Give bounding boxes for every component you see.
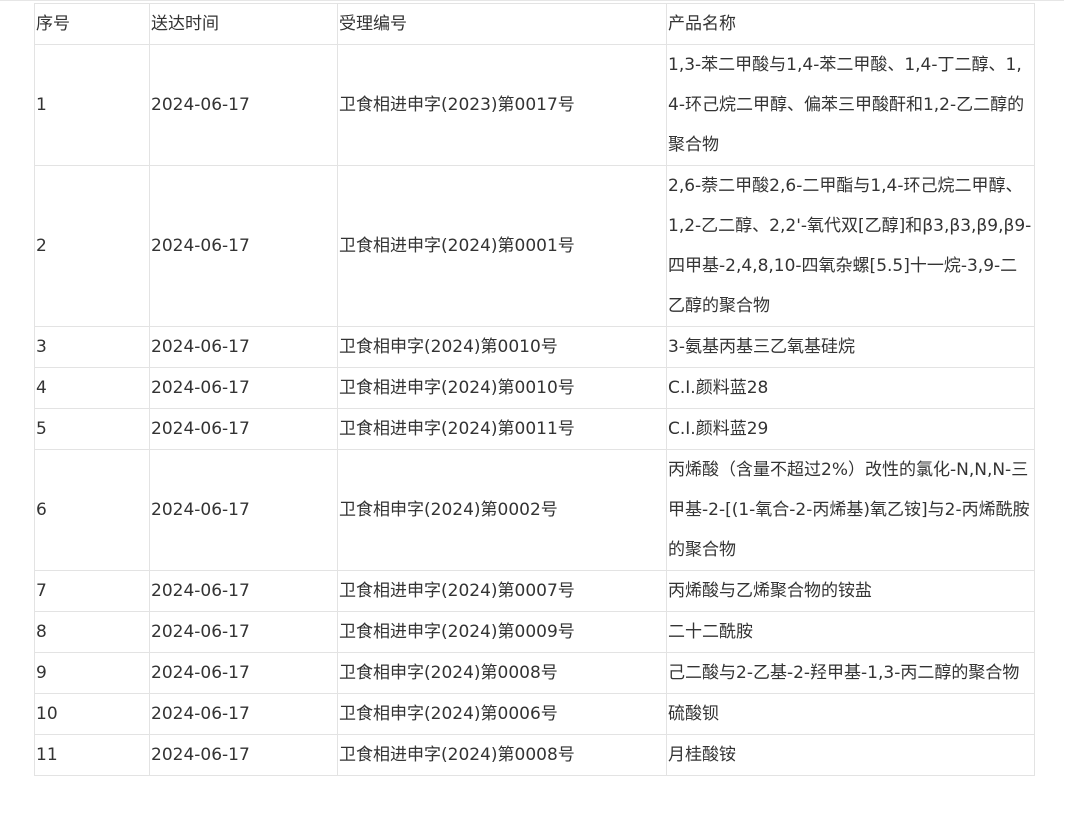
cell-serial: 2 <box>34 165 150 327</box>
cell-delivery-time: 2024-06-17 <box>149 570 338 612</box>
cell-acceptance-number: 卫食相进申字(2024)第0009号 <box>337 611 667 653</box>
table-header: 序号 送达时间 受理编号 产品名称 <box>34 3 1035 45</box>
cell-product-name: 3-氨基丙基三乙氧基硅烷 <box>666 326 1035 368</box>
cell-delivery-time: 2024-06-17 <box>149 367 338 409</box>
header-acceptance-number: 受理编号 <box>337 3 667 45</box>
cell-delivery-time: 2024-06-17 <box>149 734 338 776</box>
cell-acceptance-number: 卫食相进申字(2024)第0011号 <box>337 408 667 450</box>
cell-delivery-time: 2024-06-17 <box>149 693 338 735</box>
cell-acceptance-number: 卫食相进申字(2024)第0001号 <box>337 165 667 327</box>
table-row: 2 2024-06-17 卫食相进申字(2024)第0001号 2,6-萘二甲酸… <box>34 165 1035 327</box>
cell-acceptance-number: 卫食相申字(2024)第0006号 <box>337 693 667 735</box>
cell-delivery-time: 2024-06-17 <box>149 652 338 694</box>
table-row: 6 2024-06-17 卫食相申字(2024)第0002号 丙烯酸（含量不超过… <box>34 449 1035 571</box>
table-row: 5 2024-06-17 卫食相进申字(2024)第0011号 C.I.颜料蓝2… <box>34 408 1035 450</box>
table-row: 4 2024-06-17 卫食相进申字(2024)第0010号 C.I.颜料蓝2… <box>34 367 1035 409</box>
cell-acceptance-number: 卫食相进申字(2024)第0010号 <box>337 367 667 409</box>
cell-product-name: C.I.颜料蓝28 <box>666 367 1035 409</box>
cell-serial: 8 <box>34 611 150 653</box>
cell-acceptance-number: 卫食相进申字(2024)第0007号 <box>337 570 667 612</box>
top-divider <box>0 0 1064 1</box>
cell-product-name: 1,3-苯二甲酸与1,4-苯二甲酸、1,4-丁二醇、1,4-环己烷二甲醇、偏苯三… <box>666 44 1035 166</box>
cell-serial: 1 <box>34 44 150 166</box>
cell-delivery-time: 2024-06-17 <box>149 611 338 653</box>
cell-serial: 5 <box>34 408 150 450</box>
table-row: 10 2024-06-17 卫食相申字(2024)第0006号 硫酸钡 <box>34 693 1035 735</box>
document-page: 序号 送达时间 受理编号 产品名称 1 2024-06-17 卫食相进申字(20… <box>0 0 1081 821</box>
cell-delivery-time: 2024-06-17 <box>149 408 338 450</box>
cell-acceptance-number: 卫食相进申字(2024)第0008号 <box>337 734 667 776</box>
cell-product-name: 丙烯酸与乙烯聚合物的铵盐 <box>666 570 1035 612</box>
cell-serial: 4 <box>34 367 150 409</box>
header-row: 序号 送达时间 受理编号 产品名称 <box>34 3 1035 45</box>
cell-serial: 11 <box>34 734 150 776</box>
header-delivery-time: 送达时间 <box>149 3 338 45</box>
cell-product-name: 2,6-萘二甲酸2,6-二甲酯与1,4-环己烷二甲醇、1,2-乙二醇、2,2'-… <box>666 165 1035 327</box>
cell-serial: 6 <box>34 449 150 571</box>
cell-delivery-time: 2024-06-17 <box>149 44 338 166</box>
table-body: 1 2024-06-17 卫食相进申字(2023)第0017号 1,3-苯二甲酸… <box>34 44 1035 776</box>
cell-delivery-time: 2024-06-17 <box>149 449 338 571</box>
cell-acceptance-number: 卫食相申字(2024)第0008号 <box>337 652 667 694</box>
acceptance-table: 序号 送达时间 受理编号 产品名称 1 2024-06-17 卫食相进申字(20… <box>34 3 1035 776</box>
header-serial: 序号 <box>34 3 150 45</box>
cell-serial: 7 <box>34 570 150 612</box>
cell-acceptance-number: 卫食相申字(2024)第0002号 <box>337 449 667 571</box>
header-product-name: 产品名称 <box>666 3 1035 45</box>
cell-delivery-time: 2024-06-17 <box>149 326 338 368</box>
table-row: 3 2024-06-17 卫食相申字(2024)第0010号 3-氨基丙基三乙氧… <box>34 326 1035 368</box>
cell-product-name: 己二酸与2-乙基-2-羟甲基-1,3-丙二醇的聚合物 <box>666 652 1035 694</box>
cell-product-name: 月桂酸铵 <box>666 734 1035 776</box>
cell-serial: 3 <box>34 326 150 368</box>
cell-serial: 10 <box>34 693 150 735</box>
cell-acceptance-number: 卫食相进申字(2023)第0017号 <box>337 44 667 166</box>
cell-product-name: 二十二酰胺 <box>666 611 1035 653</box>
table-row: 8 2024-06-17 卫食相进申字(2024)第0009号 二十二酰胺 <box>34 611 1035 653</box>
cell-delivery-time: 2024-06-17 <box>149 165 338 327</box>
table-row: 7 2024-06-17 卫食相进申字(2024)第0007号 丙烯酸与乙烯聚合… <box>34 570 1035 612</box>
cell-product-name: C.I.颜料蓝29 <box>666 408 1035 450</box>
cell-serial: 9 <box>34 652 150 694</box>
cell-acceptance-number: 卫食相申字(2024)第0010号 <box>337 326 667 368</box>
cell-product-name: 硫酸钡 <box>666 693 1035 735</box>
table-row: 1 2024-06-17 卫食相进申字(2023)第0017号 1,3-苯二甲酸… <box>34 44 1035 166</box>
table-row: 11 2024-06-17 卫食相进申字(2024)第0008号 月桂酸铵 <box>34 734 1035 776</box>
cell-product-name: 丙烯酸（含量不超过2%）改性的氯化-N,N,N-三甲基-2-[(1-氧合-2-丙… <box>666 449 1035 571</box>
table-row: 9 2024-06-17 卫食相申字(2024)第0008号 己二酸与2-乙基-… <box>34 652 1035 694</box>
